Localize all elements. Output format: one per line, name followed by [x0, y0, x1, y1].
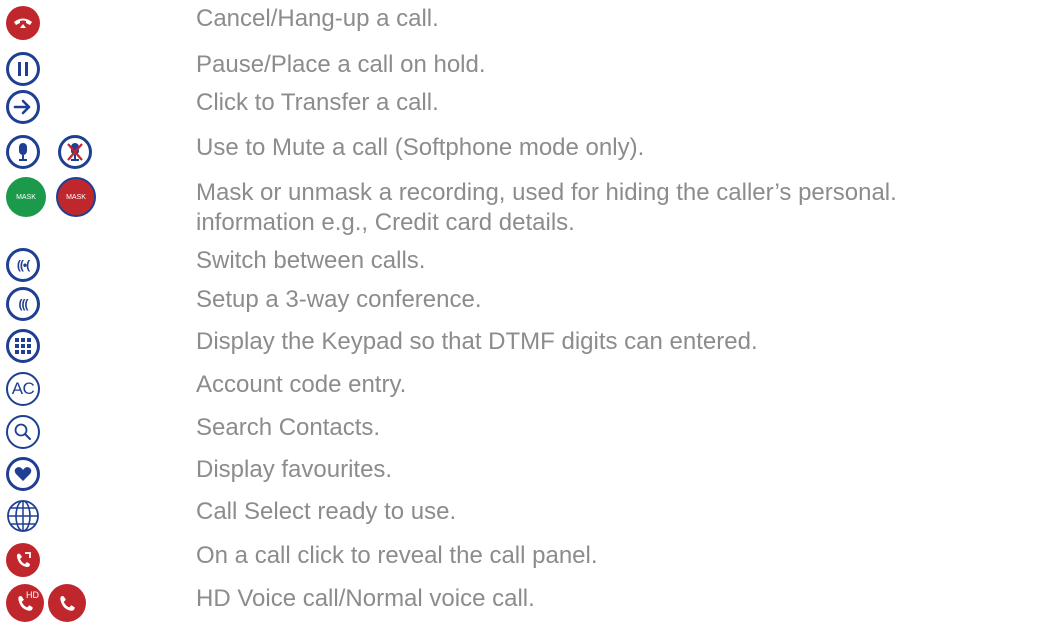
conference-icon[interactable]: ((( — [6, 287, 40, 321]
legend-text: Use to Mute a call (Softphone mode only)… — [196, 134, 645, 161]
legend-text: Pause/Place a call on hold. — [196, 51, 486, 78]
transfer-arrow-icon[interactable] — [6, 90, 40, 124]
legend-text: Click to Transfer a call. — [196, 89, 439, 116]
legend-text: Display the Keypad so that DTMF digits c… — [196, 328, 758, 355]
normal-voice-icon[interactable] — [48, 584, 86, 622]
legend-text: Switch between calls. — [196, 247, 426, 274]
legend-text: Display favourites. — [196, 456, 393, 483]
legend-text-line1: Mask or unmask a recording, used for hid… — [196, 179, 897, 206]
hd-voice-icon[interactable]: HD — [6, 584, 44, 622]
microphone-icon[interactable] — [6, 135, 40, 169]
call-panel-icon[interactable] — [6, 543, 40, 577]
legend-text: Search Contacts. — [196, 414, 381, 441]
mask-red-icon[interactable]: MASK — [56, 177, 96, 217]
search-icon[interactable] — [6, 415, 40, 449]
globe-icon[interactable] — [6, 499, 40, 533]
legend-text: Mask or unmask a recording, used for hid… — [196, 178, 897, 238]
keypad-icon[interactable] — [6, 329, 40, 363]
pause-icon[interactable] — [6, 52, 40, 86]
account-code-icon[interactable]: AC — [6, 372, 40, 406]
heart-icon[interactable] — [6, 457, 40, 491]
legend-text-line2: information e.g., Credit card details. — [196, 209, 575, 236]
legend-text: Call Select ready to use. — [196, 498, 457, 525]
mask-green-icon[interactable]: MASK — [6, 177, 46, 217]
legend-text: Cancel/Hang-up a call. — [196, 5, 439, 32]
legend-text: On a call click to reveal the call panel… — [196, 542, 598, 569]
hang-up-icon[interactable] — [6, 6, 40, 40]
legend-text: Account code entry. — [196, 371, 407, 398]
legend-text: HD Voice call/Normal voice call. — [196, 585, 535, 612]
legend-text: Setup a 3-way conference. — [196, 286, 482, 313]
switch-calls-icon[interactable]: ((•( — [6, 248, 40, 282]
microphone-muted-icon[interactable] — [58, 135, 92, 169]
